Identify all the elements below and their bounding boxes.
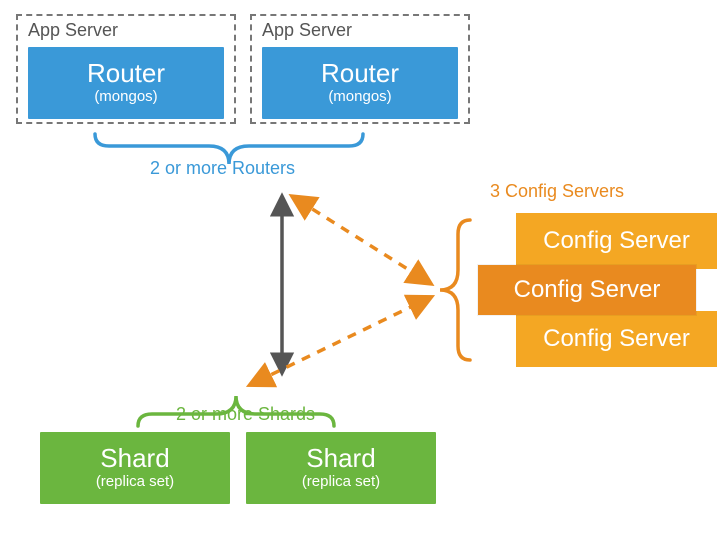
config-server-label-2: Config Server (514, 276, 661, 303)
router-box-2: Router (mongos) (262, 47, 458, 119)
routers-config-arrow-icon (298, 200, 425, 280)
shards-config-arrow-icon (256, 300, 425, 382)
shard-title-1: Shard (40, 444, 230, 473)
app-server-box-1: App Server Router (mongos) (16, 14, 236, 124)
router-box-1: Router (mongos) (28, 47, 224, 119)
shards-caption: 2 or more Shards (176, 404, 315, 425)
router-title-2: Router (262, 59, 458, 88)
app-server-label-2: App Server (262, 20, 458, 41)
shard-box-2: Shard (replica set) (246, 432, 436, 504)
config-server-label-3: Config Server (543, 325, 690, 352)
config-server-label-1: Config Server (543, 227, 690, 254)
shard-subtitle-1: (replica set) (40, 473, 230, 490)
routers-caption: 2 or more Routers (150, 158, 295, 179)
shard-box-1: Shard (replica set) (40, 432, 230, 504)
config-server-back-1: Config Server (516, 213, 717, 269)
router-subtitle-1: (mongos) (28, 88, 224, 105)
diagram-canvas: App Server Router (mongos) App Server Ro… (0, 0, 717, 535)
router-title-1: Router (28, 59, 224, 88)
app-server-box-2: App Server Router (mongos) (250, 14, 470, 124)
router-subtitle-2: (mongos) (262, 88, 458, 105)
config-server-back-2: Config Server (516, 311, 717, 367)
shard-title-2: Shard (246, 444, 436, 473)
config-caption: 3 Config Servers (490, 181, 624, 202)
config-brace-icon (440, 220, 470, 360)
shard-subtitle-2: (replica set) (246, 473, 436, 490)
config-server-front: Config Server (478, 265, 696, 315)
app-server-label-1: App Server (28, 20, 224, 41)
